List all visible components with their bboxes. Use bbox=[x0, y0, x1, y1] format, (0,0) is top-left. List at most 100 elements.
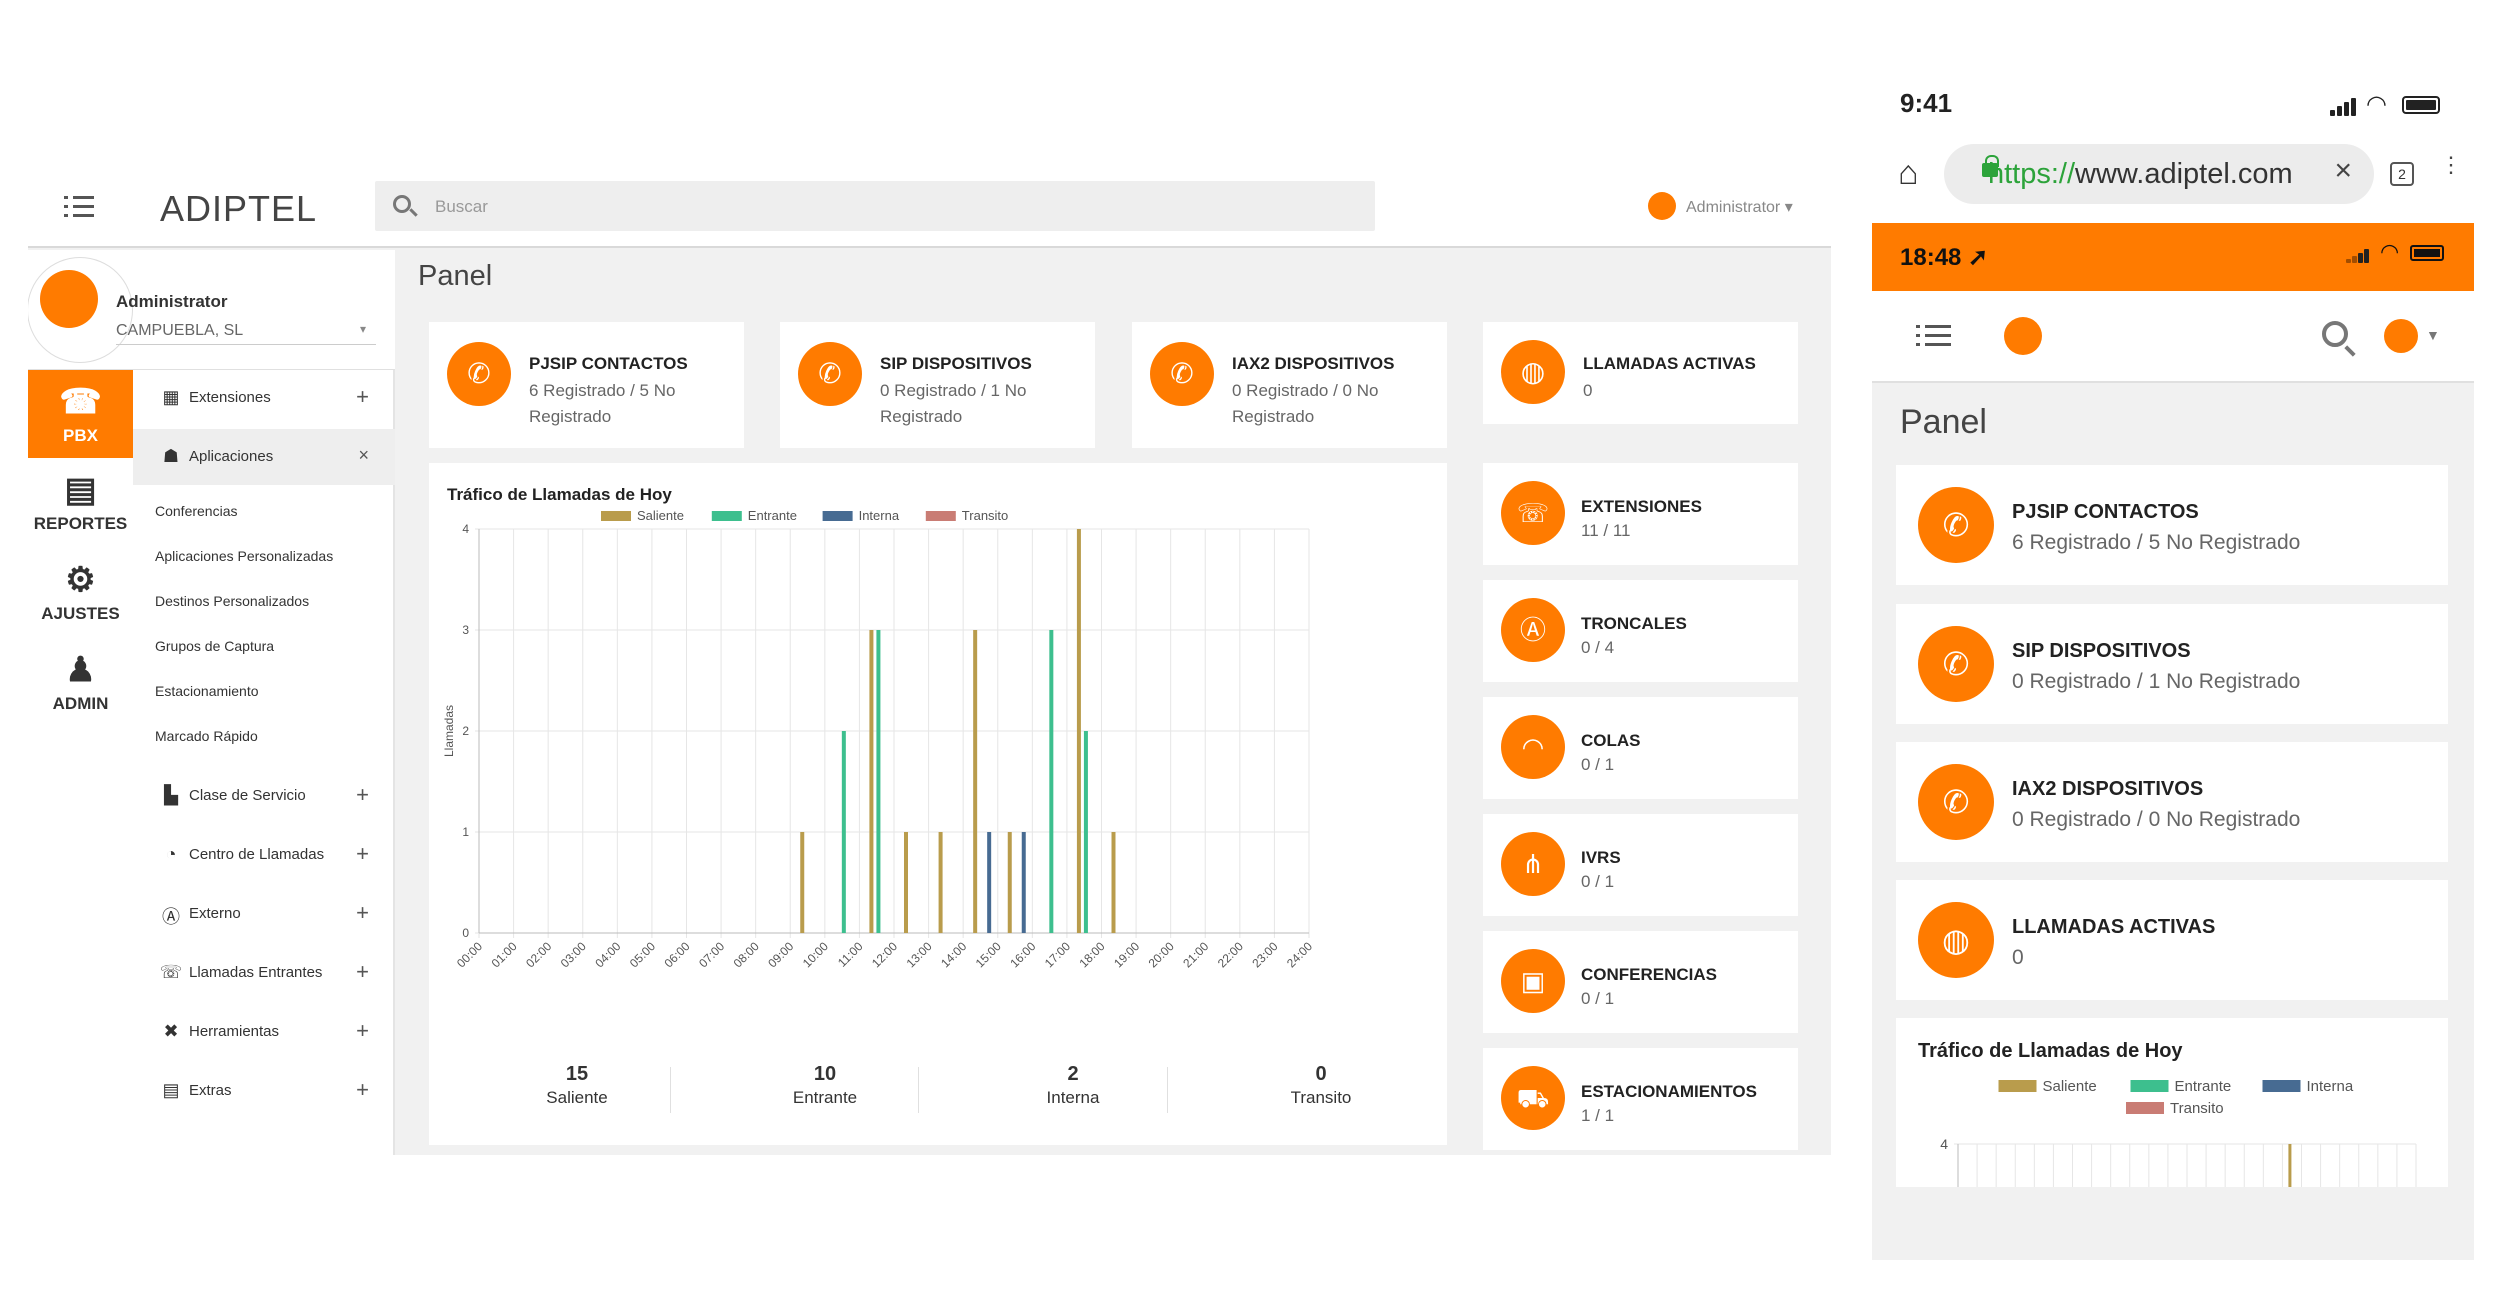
company-select[interactable]: CAMPUEBLA, SL bbox=[116, 322, 376, 345]
card-subtitle: 0 Registrado / 0 No Registrado bbox=[2012, 808, 2301, 831]
expand-icon[interactable]: + bbox=[356, 959, 369, 985]
legend-label-saliente: Saliente bbox=[637, 508, 684, 523]
battery-icon bbox=[2410, 245, 2444, 261]
x-tick-label: 08:00 bbox=[731, 939, 762, 970]
card-llamadas-activas[interactable]: ◍ LLAMADAS ACTIVAS 0 bbox=[1483, 322, 1798, 424]
bar-saliente-1300 bbox=[938, 832, 943, 933]
tabs-button[interactable]: 2 bbox=[2390, 162, 2414, 186]
submenu-item-estacionamiento[interactable]: Estacionamiento bbox=[155, 683, 259, 699]
rail-item-pbx[interactable]: ☎ PBX bbox=[28, 370, 133, 458]
x-tick-label: 12:00 bbox=[869, 939, 900, 970]
menu-label: Extras bbox=[189, 1082, 232, 1099]
card-title: SIP DISPOSITIVOS bbox=[2012, 640, 2191, 662]
mobile-content: Panel ✆ PJSIP CONTACTOS 6 Registrado / 5… bbox=[1872, 383, 2474, 1260]
legend-swatch-entrante bbox=[711, 511, 742, 521]
divider bbox=[670, 1067, 671, 1113]
card-iax2[interactable]: ✆ IAX2 DISPOSITIVOS 0 Registrado / 0 No … bbox=[1896, 742, 2448, 862]
search-icon bbox=[393, 195, 411, 213]
legend-swatch-transito bbox=[2126, 1102, 2164, 1114]
card-ivrs[interactable]: ⋔ IVRS 0 / 1 bbox=[1483, 814, 1798, 916]
card-title: PJSIP CONTACTOS bbox=[529, 354, 688, 373]
phone-icon: ☎ bbox=[59, 383, 102, 421]
mobile-view: 9:41 ◠ ⌂ https://www.adiptel.com × 2 ⋮ 1… bbox=[1872, 70, 2474, 1260]
inner-time: 18:48 ➚ bbox=[1900, 244, 1989, 271]
signal-icon bbox=[2346, 249, 2372, 263]
expand-icon[interactable]: + bbox=[356, 782, 369, 808]
menu-toggle-icon[interactable] bbox=[1916, 325, 1951, 347]
gears-icon: ⚙ bbox=[65, 561, 96, 599]
inner-time-text: 18:48 bbox=[1900, 244, 1962, 271]
legend-label-transito: Transito bbox=[962, 508, 1008, 523]
mobile-traffic-chart: Saliente Entrante Interna Transito 4 bbox=[1940, 1078, 2417, 1187]
menu-item-clase-servicio[interactable]: ▙ Clase de Servicio + bbox=[133, 768, 395, 824]
card-subtitle: 0 Registrado / 1 No Registrado bbox=[880, 381, 1027, 426]
bar-saliente-1700 bbox=[1076, 529, 1081, 933]
desktop-app: ADIPTEL Buscar Administrator ▾ ☎ PBX ▤ R… bbox=[28, 160, 1831, 1155]
card-pjsip[interactable]: ✆ PJSIP CONTACTOS 6 Registrado / 5 No Re… bbox=[1896, 465, 2448, 585]
profile-panel: Administrator CAMPUEBLA, SL bbox=[28, 250, 395, 370]
stat-saliente: 15 Saliente bbox=[457, 1063, 697, 1108]
mobile-top-bar: ▼ bbox=[1872, 291, 2474, 383]
collapse-icon[interactable]: × bbox=[358, 445, 369, 466]
search-icon[interactable] bbox=[2322, 321, 2348, 347]
card-estacionamientos[interactable]: ⛟ ESTACIONAMIENTOS 1 / 1 bbox=[1483, 1048, 1798, 1150]
x-tick-label: 20:00 bbox=[1146, 939, 1177, 970]
address-bar[interactable]: https://www.adiptel.com × bbox=[1944, 144, 2374, 204]
card-troncales[interactable]: Ⓐ TRONCALES 0 / 4 bbox=[1483, 580, 1798, 682]
menu-item-llamadas-entrantes[interactable]: ☏ Llamadas Entrantes + bbox=[133, 945, 395, 1001]
expand-icon[interactable]: + bbox=[356, 841, 369, 867]
submenu-item-destinos-personalizados[interactable]: Destinos Personalizados bbox=[155, 593, 309, 609]
expand-icon[interactable]: + bbox=[356, 384, 369, 410]
stat-label: Transito bbox=[1290, 1088, 1352, 1107]
card-subtitle: 0 bbox=[2012, 946, 2024, 969]
logo-icon[interactable] bbox=[2004, 317, 2042, 355]
card-sip[interactable]: ✆ SIP DISPOSITIVOS 0 Registrado / 1 No R… bbox=[1896, 604, 2448, 724]
rail-label: AJUSTES bbox=[41, 604, 120, 623]
x-tick-label: 23:00 bbox=[1249, 939, 1280, 970]
menu-item-extras[interactable]: ▤ Extras + bbox=[133, 1063, 395, 1119]
menu-item-extensiones[interactable]: ▦ Extensiones + bbox=[133, 370, 395, 426]
menu-item-aplicaciones[interactable]: ☗ Aplicaciones × bbox=[133, 429, 395, 485]
expand-icon[interactable]: + bbox=[356, 900, 369, 926]
card-iax2[interactable]: ✆ IAX2 DISPOSITIVOS 0 Registrado / 0 No … bbox=[1132, 322, 1447, 448]
legend-label-entrante: Entrante bbox=[748, 508, 797, 523]
expand-icon[interactable]: + bbox=[356, 1018, 369, 1044]
card-title: PJSIP CONTACTOS bbox=[2012, 501, 2199, 523]
divider bbox=[1167, 1067, 1168, 1113]
menu-item-centro-llamadas[interactable]: ◔ Centro de Llamadas + bbox=[133, 827, 395, 883]
clear-url-icon[interactable]: × bbox=[2334, 154, 2352, 188]
card-pjsip[interactable]: ✆ PJSIP CONTACTOS 6 Registrado / 5 No Re… bbox=[429, 322, 744, 448]
expand-icon[interactable]: + bbox=[356, 1077, 369, 1103]
card-extensiones[interactable]: ☏ EXTENSIONES 11 / 11 bbox=[1483, 463, 1798, 565]
stat-label: Entrante bbox=[792, 1088, 858, 1107]
menu-toggle-icon[interactable] bbox=[64, 196, 94, 218]
card-colas[interactable]: ◠ COLAS 0 / 1 bbox=[1483, 697, 1798, 799]
avatar[interactable] bbox=[2384, 319, 2418, 353]
stat-value: 10 bbox=[813, 1063, 837, 1085]
card-conferencias[interactable]: ▣ CONFERENCIAS 0 / 1 bbox=[1483, 931, 1798, 1033]
rail-item-ajustes[interactable]: ⚙ AJUSTES bbox=[28, 548, 133, 636]
menu-item-herramientas[interactable]: ✖ Herramientas + bbox=[133, 1004, 395, 1060]
y-tick-label: 0 bbox=[462, 926, 469, 940]
overflow-menu-icon[interactable]: ⋮ bbox=[2440, 154, 2462, 176]
card-title: IVRS bbox=[1581, 848, 1621, 867]
submenu-item-grupos-captura[interactable]: Grupos de Captura bbox=[155, 638, 274, 654]
card-llamadas-activas[interactable]: ◍ LLAMADAS ACTIVAS 0 bbox=[1896, 880, 2448, 1000]
submenu-item-marcado-rapido[interactable]: Marcado Rápido bbox=[155, 728, 258, 744]
brand-logo[interactable]: ADIPTEL bbox=[160, 188, 317, 230]
menu-item-externo[interactable]: Ⓐ Externo + bbox=[133, 886, 395, 942]
chevron-down-icon[interactable]: ▼ bbox=[2426, 327, 2440, 343]
card-sip[interactable]: ✆ SIP DISPOSITIVOS 0 Registrado / 1 No R… bbox=[780, 322, 1095, 448]
rail-item-admin[interactable]: ♟ ADMIN bbox=[28, 638, 133, 726]
submenu-item-aplicaciones-personalizadas[interactable]: Aplicaciones Personalizadas bbox=[155, 548, 333, 564]
card-title: LLAMADAS ACTIVAS bbox=[1583, 354, 1756, 373]
search-input[interactable]: Buscar bbox=[375, 181, 1375, 231]
x-tick-label: 10:00 bbox=[800, 939, 831, 970]
phone-icon: ✆ bbox=[798, 342, 862, 406]
x-tick-label: 06:00 bbox=[661, 939, 692, 970]
rail-item-reportes[interactable]: ▤ REPORTES bbox=[28, 458, 133, 546]
list-icon: ▤ bbox=[162, 1080, 180, 1100]
submenu-item-conferencias[interactable]: Conferencias bbox=[155, 503, 238, 519]
menu-label: Herramientas bbox=[189, 1023, 280, 1040]
home-icon[interactable]: ⌂ bbox=[1898, 156, 1919, 190]
